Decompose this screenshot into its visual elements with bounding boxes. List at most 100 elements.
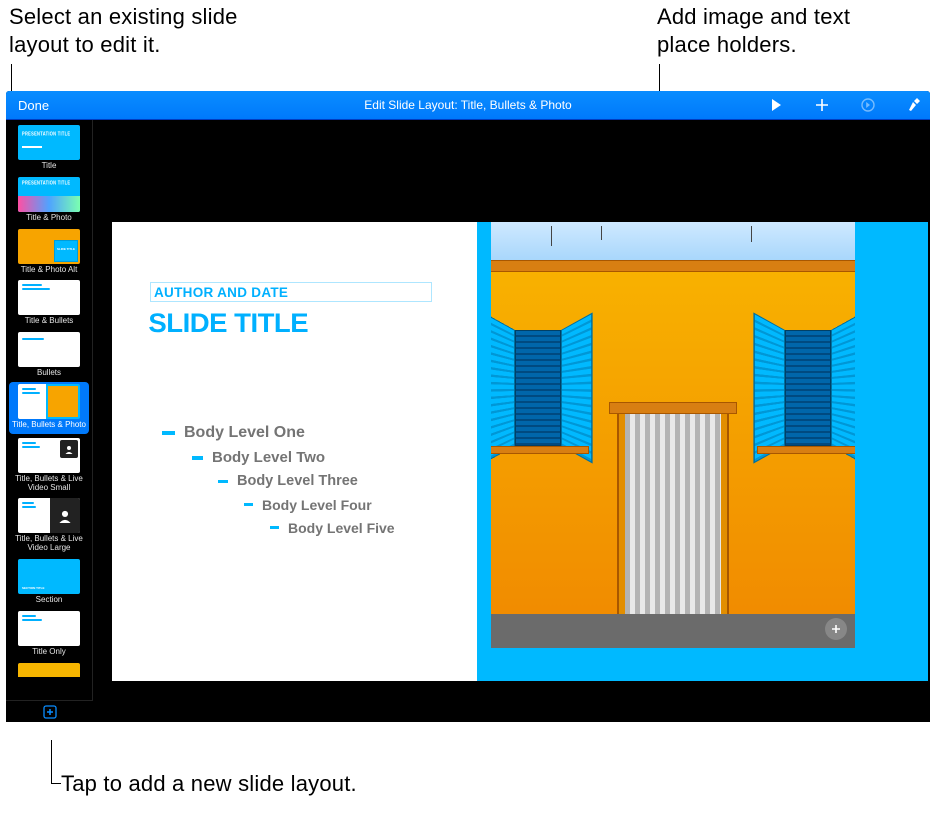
layout-thumb — [18, 384, 80, 419]
callout-bottom: Tap to add a new slide layout. — [61, 770, 357, 798]
thumb-lines — [22, 442, 40, 450]
thumb-video — [60, 440, 78, 458]
layout-thumb: SECTION TITLE — [18, 559, 80, 594]
author-date-placeholder[interactable]: AUTHOR AND DATE — [150, 282, 432, 302]
thumb-inset: SLIDE TITLE — [54, 240, 78, 262]
sidebar-item-title[interactable]: PRESENTATION TITLE Title — [6, 123, 92, 175]
photo-window-pane — [785, 330, 831, 446]
slide-title-placeholder[interactable]: SLIDE TITLE — [148, 308, 308, 339]
thumb-lines — [22, 388, 40, 396]
layout-thumb — [18, 280, 80, 315]
sidebar-item-label: Title, Bullets & Photo — [12, 421, 86, 430]
sidebar-item-title-bullets-live-small[interactable]: Title, Bullets & Live Video Small — [6, 436, 92, 497]
thumb-photo — [18, 196, 80, 212]
sidebar-item-title-only[interactable]: Title Only — [6, 609, 92, 661]
media-plus-icon[interactable] — [825, 618, 847, 640]
layout-thumb — [18, 438, 80, 473]
body-level-5: Body Level Five — [270, 521, 395, 535]
image-placeholder[interactable] — [491, 222, 855, 648]
photo-antenna — [551, 226, 552, 246]
body-level-3: Body Level Three — [218, 474, 395, 489]
photo-shutter — [561, 312, 593, 463]
sidebar-item-title-photo-alt[interactable]: SLIDE TITLE Title & Photo Alt — [6, 227, 92, 279]
sidebar-item-label: Title, Bullets & Live Video Large — [10, 535, 88, 553]
photo-antenna — [601, 226, 602, 240]
photo-shutter — [491, 312, 515, 463]
body-level-2: Body Level Two — [192, 450, 395, 465]
photo-roof — [491, 260, 855, 272]
photo-door-curtain — [625, 414, 721, 616]
body-text: Body Level One — [184, 425, 305, 441]
plus-icon[interactable] — [812, 95, 832, 115]
canvas[interactable]: AUTHOR AND DATE SLIDE TITLE Body Level O… — [93, 120, 930, 722]
callout-top-right: Add image and text place holders. — [657, 3, 897, 58]
done-label: Done — [18, 98, 49, 113]
thumb-lines — [22, 502, 36, 510]
layout-thumb — [18, 498, 80, 533]
body-text: Body Level Two — [212, 450, 325, 465]
sidebar-item-title-photo[interactable]: PRESENTATION TITLE Title & Photo — [6, 175, 92, 227]
body-placeholder[interactable]: Body Level One Body Level Two Body Level… — [162, 425, 395, 544]
photo-window — [763, 328, 853, 448]
toolbar: Done Edit Slide Layout: Title, Bullets &… — [6, 91, 930, 120]
layout-thumb — [18, 332, 80, 367]
photo-sill — [491, 446, 589, 454]
photo-shutter — [831, 312, 855, 463]
body-level-4: Body Level Four — [244, 498, 395, 512]
layout-thumb: PRESENTATION TITLE — [18, 125, 80, 160]
body-text: Body Level Five — [288, 521, 395, 535]
thumb-lines — [22, 284, 50, 292]
thumb-text: SECTION TITLE — [22, 586, 45, 590]
bullet-dash — [244, 503, 253, 506]
sidebar-item-section[interactable]: SECTION TITLE Section — [6, 557, 92, 609]
slide-content-panel: AUTHOR AND DATE SLIDE TITLE Body Level O… — [112, 222, 477, 681]
sidebar-item-label: Title Only — [32, 648, 66, 657]
sidebar-item-label: Title, Bullets & Live Video Small — [10, 475, 88, 493]
photo-window — [493, 328, 583, 448]
thumb-line — [22, 146, 42, 148]
author-date-text: AUTHOR AND DATE — [154, 285, 288, 300]
sidebar-item-label: Title — [42, 162, 57, 171]
sidebar-item-title-bullets[interactable]: Title & Bullets — [6, 278, 92, 330]
callout-line — [51, 765, 52, 783]
app-frame: Done Edit Slide Layout: Title, Bullets &… — [6, 91, 930, 722]
format-brush-icon[interactable] — [904, 95, 924, 115]
bullet-dash — [270, 526, 279, 529]
thumb-video — [50, 498, 80, 533]
photo-sky — [491, 222, 855, 262]
sidebar-item-label: Section — [36, 596, 63, 605]
skip-icon[interactable] — [858, 95, 878, 115]
layout-thumb — [18, 611, 80, 646]
layout-thumb-partial[interactable] — [18, 663, 80, 677]
sidebar-item-title-bullets-photo[interactable]: Title, Bullets & Photo — [9, 382, 89, 434]
bullet-dash — [162, 431, 175, 435]
photo-ground — [491, 614, 855, 648]
sidebar-item-title-bullets-live-large[interactable]: Title, Bullets & Live Video Large — [6, 496, 92, 557]
sidebar-item-bullets[interactable]: Bullets — [6, 330, 92, 382]
callout-line — [51, 783, 61, 784]
photo-sill — [757, 446, 855, 454]
layout-thumb: PRESENTATION TITLE — [18, 177, 80, 212]
editor-body: PRESENTATION TITLE Title PRESENTATION TI… — [6, 120, 930, 722]
thumb-lines — [22, 615, 42, 623]
photo-antenna — [751, 226, 752, 242]
callout-top-left: Select an existing slide layout to edit … — [9, 3, 249, 58]
layout-sidebar: PRESENTATION TITLE Title PRESENTATION TI… — [6, 120, 93, 722]
thumb-photo — [48, 386, 78, 417]
toolbar-actions — [766, 91, 924, 119]
body-level-1: Body Level One — [162, 425, 395, 441]
photo-shutter — [753, 312, 785, 463]
layout-thumb: SLIDE TITLE — [18, 229, 80, 264]
bullet-dash — [192, 456, 203, 460]
play-icon[interactable] — [766, 95, 786, 115]
sidebar-item-label: Title & Photo Alt — [21, 266, 78, 275]
add-slide-button[interactable] — [6, 700, 93, 722]
photo-window-pane — [515, 330, 561, 446]
thumb-text: PRESENTATION TITLE — [22, 179, 70, 186]
done-button[interactable]: Done — [6, 91, 61, 119]
sidebar-item-label: Title & Bullets — [25, 317, 74, 326]
sidebar-item-label: Title & Photo — [26, 214, 72, 223]
thumb-text: SLIDE TITLE — [57, 247, 75, 251]
slide[interactable]: AUTHOR AND DATE SLIDE TITLE Body Level O… — [112, 222, 928, 681]
body-text: Body Level Four — [262, 498, 372, 512]
